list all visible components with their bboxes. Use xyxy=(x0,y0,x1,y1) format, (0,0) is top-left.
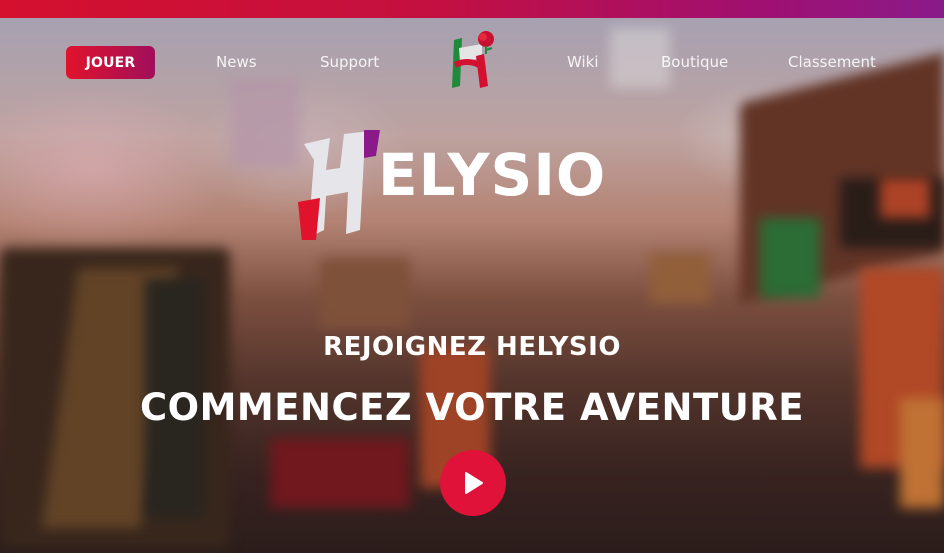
hero-headline: COMMENCEZ VOTRE AVENTURE xyxy=(140,386,804,429)
nav-link-classement[interactable]: Classement xyxy=(788,53,876,71)
brand-logo: ELYSIO xyxy=(280,130,610,240)
play-icon xyxy=(465,472,483,494)
top-accent-bar xyxy=(0,0,944,18)
hero-subtitle: REJOIGNEZ HELYSIO xyxy=(323,332,621,362)
play-video-button[interactable] xyxy=(440,450,506,516)
play-now-button[interactable]: JOUER xyxy=(66,46,155,79)
nav-link-news[interactable]: News xyxy=(216,53,257,71)
nav-link-support[interactable]: Support xyxy=(320,53,379,71)
nav-link-boutique[interactable]: Boutique xyxy=(661,53,728,71)
nav-link-wiki[interactable]: Wiki xyxy=(567,53,599,71)
rose-h-logo-icon[interactable] xyxy=(446,28,500,90)
brand-name: ELYSIO xyxy=(378,141,607,209)
brand-h-mark-icon xyxy=(298,130,380,240)
main-navigation: JOUER News Support Wiki Boutique Classem… xyxy=(0,24,944,92)
